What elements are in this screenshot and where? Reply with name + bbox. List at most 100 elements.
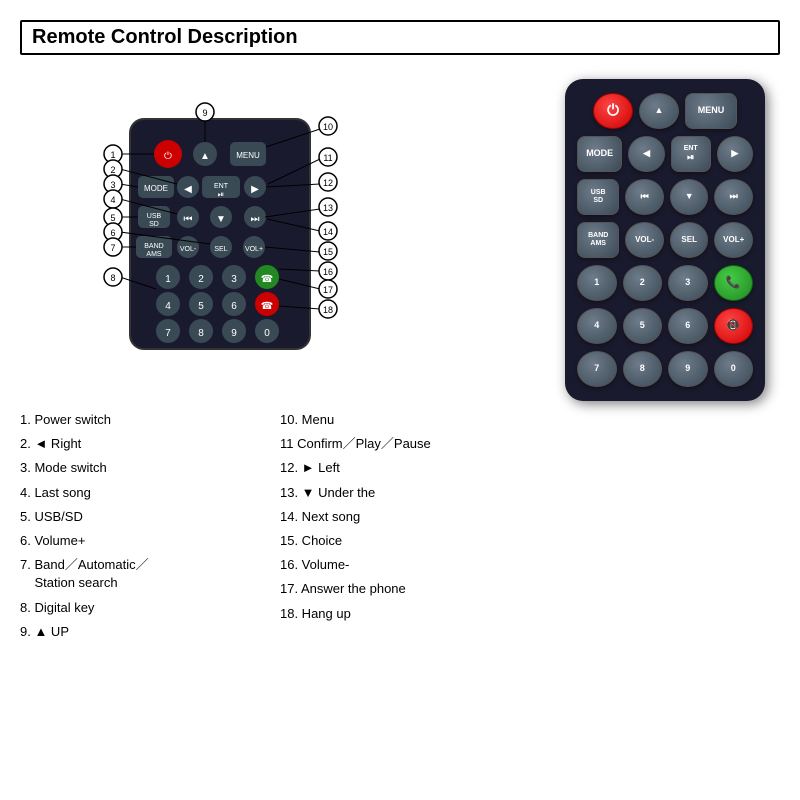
svg-text:16: 16: [323, 267, 333, 277]
left-button[interactable]: ◀: [628, 136, 664, 172]
prev-button[interactable]: ⏮: [625, 179, 664, 215]
mode-button[interactable]: MODE: [577, 136, 622, 172]
key-4-button[interactable]: 4: [577, 308, 617, 344]
svg-text:8: 8: [110, 273, 115, 283]
band-button[interactable]: BAND AMS: [577, 222, 619, 258]
hangup-icon: 📵: [726, 319, 741, 332]
svg-text:2: 2: [198, 274, 204, 285]
svg-text:▼: ▼: [216, 214, 226, 225]
key-8-button[interactable]: 8: [623, 351, 663, 387]
desc-17: 17. Answer the phone: [280, 580, 530, 598]
remote-visual: ⏻ ▲ MENU MODE ◀: [550, 69, 780, 790]
desc-12: 12. ► Left: [280, 459, 530, 477]
answer-button[interactable]: 📞: [714, 265, 754, 301]
desc-18: 18. Hang up: [280, 605, 530, 623]
svg-text:1: 1: [165, 274, 171, 285]
desc-13: 13. ▼ Under the: [280, 484, 530, 502]
down-icon: ▼: [685, 192, 694, 202]
svg-text:ENT: ENT: [214, 183, 229, 190]
svg-text:2: 2: [110, 165, 115, 175]
desc-1: 1. Power switch: [20, 411, 270, 429]
play-icon: ⏯: [687, 153, 694, 163]
svg-text:SEL: SEL: [214, 246, 227, 253]
answer-icon: 📞: [726, 276, 741, 289]
down-button[interactable]: ▼: [670, 179, 709, 215]
prev-icon: ⏮: [641, 192, 649, 202]
svg-text:17: 17: [323, 285, 333, 295]
desc-6: 6. Volume+: [20, 532, 270, 550]
svg-text:7: 7: [165, 328, 171, 339]
desc-7: 7. Band／Automatic／ Station search: [20, 556, 270, 592]
svg-text:0: 0: [264, 328, 270, 339]
band-label: BAND: [588, 232, 608, 240]
remote-row-2: MODE ◀ ENT ⏯ ▶: [577, 136, 753, 172]
svg-text:3: 3: [110, 180, 115, 190]
vol-plus-button[interactable]: VOL+: [714, 222, 753, 258]
sel-label: SEL: [681, 236, 697, 245]
key-9-button[interactable]: 9: [668, 351, 708, 387]
svg-text:MENU: MENU: [236, 151, 260, 160]
key-6-button[interactable]: 6: [668, 308, 708, 344]
svg-text:BAND: BAND: [144, 243, 163, 250]
desc-5: 5. USB/SD: [20, 508, 270, 526]
sd-label: SD: [593, 197, 603, 205]
remote-row-4: BAND AMS VOL- SEL VOL+: [577, 222, 753, 258]
power-button[interactable]: ⏻: [593, 93, 633, 129]
usb-button[interactable]: USB SD: [577, 179, 619, 215]
key-7-button[interactable]: 7: [577, 351, 617, 387]
hangup-button[interactable]: 📵: [714, 308, 754, 344]
vol-minus-button[interactable]: VOL-: [625, 222, 664, 258]
svg-text:4: 4: [165, 301, 171, 312]
desc-14: 14. Next song: [280, 508, 530, 526]
svg-text:VOL+: VOL+: [245, 246, 263, 253]
svg-text:14: 14: [323, 227, 333, 237]
svg-text:▶: ▶: [251, 184, 259, 195]
svg-text:⏭: ⏭: [251, 214, 260, 225]
svg-text:18: 18: [323, 305, 333, 315]
svg-text:VOL-: VOL-: [180, 246, 197, 253]
key-3-button[interactable]: 3: [668, 265, 708, 301]
sel-button[interactable]: SEL: [670, 222, 709, 258]
key-1-button[interactable]: 1: [577, 265, 617, 301]
key-8-label: 8: [640, 364, 645, 374]
remote-body: ⏻ ▲ MENU MODE ◀: [565, 79, 765, 401]
diagram-area: ⏻ ▲ MENU MODE ◀ ENT ⏯ ▶: [20, 69, 540, 399]
ams-label: AMS: [590, 240, 606, 248]
key-6-label: 6: [685, 321, 690, 331]
key-2-button[interactable]: 2: [623, 265, 663, 301]
key-7-label: 7: [594, 364, 599, 374]
svg-text:⏻: ⏻: [164, 151, 172, 162]
page-title: Remote Control Description: [20, 20, 780, 55]
key-2-label: 2: [640, 278, 645, 288]
remote-row-7: 7 8 9 0: [577, 351, 753, 387]
ent-button[interactable]: ENT ⏯: [671, 136, 711, 172]
key-0-button[interactable]: 0: [714, 351, 754, 387]
key-5-label: 5: [640, 321, 645, 331]
next-icon: ⏭: [730, 192, 738, 202]
key-3-label: 3: [685, 278, 690, 288]
power-icon: ⏻: [607, 103, 619, 120]
desc-col-left: 1. Power switch 2. ◄ Right 3. Mode switc…: [20, 411, 280, 790]
svg-text:☎: ☎: [261, 274, 273, 285]
desc-16: 16. Volume-: [280, 556, 530, 574]
key-5-button[interactable]: 5: [623, 308, 663, 344]
svg-text:5: 5: [110, 213, 115, 223]
up-button[interactable]: ▲: [639, 93, 679, 129]
desc-10: 10. Menu: [280, 411, 530, 429]
svg-text:MODE: MODE: [144, 184, 168, 193]
right-button[interactable]: ▶: [717, 136, 753, 172]
svg-text:▲: ▲: [200, 151, 210, 162]
menu-label: MENU: [698, 106, 725, 116]
desc-9: 9. ▲ UP: [20, 623, 270, 641]
mode-label: MODE: [586, 149, 613, 159]
svg-text:SD: SD: [149, 221, 159, 228]
menu-button[interactable]: MENU: [685, 93, 737, 129]
svg-text:3: 3: [231, 274, 237, 285]
svg-text:15: 15: [323, 247, 333, 257]
svg-text:☎: ☎: [261, 301, 273, 312]
key-1-label: 1: [594, 278, 599, 288]
svg-text:USB: USB: [147, 213, 162, 220]
desc-11: 11 Confirm／Play／Pause: [280, 435, 530, 453]
desc-4: 4. Last song: [20, 484, 270, 502]
next-button[interactable]: ⏭: [714, 179, 753, 215]
